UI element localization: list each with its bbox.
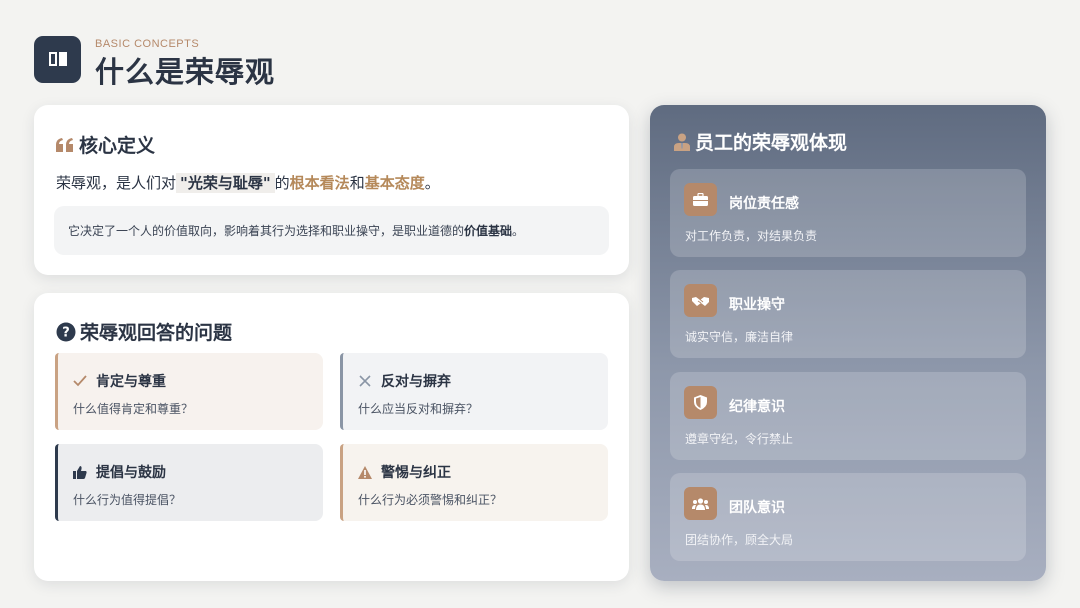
thumbs-up-icon bbox=[72, 464, 88, 480]
question-desc: 什么行为值得提倡？ bbox=[73, 493, 182, 507]
panel-item-title: 纪律意识 bbox=[729, 399, 785, 415]
note-end: 。 bbox=[512, 224, 525, 238]
question-item: 提倡与鼓励 什么行为值得提倡？ bbox=[55, 444, 323, 521]
definition-key2: 基本态度 bbox=[364, 174, 425, 192]
definition-key1: 根本看法 bbox=[289, 174, 350, 192]
book-icon bbox=[34, 35, 81, 83]
definition-mid: 的 bbox=[274, 174, 290, 192]
question-desc: 什么应当反对和摒弃？ bbox=[358, 402, 479, 416]
handshake-icon bbox=[684, 284, 717, 317]
cross-icon bbox=[357, 373, 373, 389]
question-desc: 什么行为必须警惕和纠正？ bbox=[358, 493, 503, 507]
page-title: 什么是荣辱观 bbox=[95, 54, 276, 89]
page-header: BASIC CONCEPTS 什么是荣辱观 bbox=[34, 34, 274, 89]
questions-card: ? 荣辱观回答的问题 肯定与尊重 什么值得肯定和尊重？ 反对与摒弃 什么应当反对… bbox=[34, 293, 629, 581]
question-label: 反对与摒弃 bbox=[381, 374, 451, 390]
question-circle-icon: ? bbox=[56, 322, 76, 342]
panel-item-desc: 团结协作，顾全大局 bbox=[685, 533, 794, 547]
shield-icon bbox=[684, 386, 717, 419]
warning-icon bbox=[357, 464, 373, 480]
panel-item: 职业操守 诚实守信，廉洁自律 bbox=[670, 270, 1026, 358]
definition-note: 它决定了一个人的价值取向，影响着其行为选择和职业操守，是职业道德的 价值基础。 bbox=[54, 206, 609, 255]
definition-prefix: 荣辱观，是人们对 bbox=[56, 174, 177, 192]
note-bold: 价值基础 bbox=[464, 224, 513, 238]
questions-title: ? 荣辱观回答的问题 bbox=[56, 318, 232, 345]
definition-title: 核心定义 bbox=[56, 131, 155, 158]
definition-end: 。 bbox=[424, 174, 440, 192]
question-item: 警惕与纠正 什么行为必须警惕和纠正？ bbox=[340, 444, 608, 521]
panel-title: 员工的荣辱观体现 bbox=[674, 128, 847, 155]
panel-item: 纪律意识 遵章守纪，令行禁止 bbox=[670, 372, 1026, 460]
panel-item-desc: 对工作负责，对结果负责 bbox=[685, 229, 818, 243]
question-item: 反对与摒弃 什么应当反对和摒弃？ bbox=[340, 353, 608, 430]
question-desc: 什么值得肯定和尊重？ bbox=[73, 402, 194, 416]
quote-icon bbox=[56, 137, 74, 152]
team-icon bbox=[684, 487, 717, 520]
definition-title-text: 核心定义 bbox=[79, 135, 156, 157]
panel-item-title: 职业操守 bbox=[729, 297, 785, 313]
panel-item: 岗位责任感 对工作负责，对结果负责 bbox=[670, 169, 1026, 257]
panel-item: 团队意识 团结协作，顾全大局 bbox=[670, 473, 1026, 561]
check-icon bbox=[72, 373, 88, 389]
panel-item-title: 岗位责任感 bbox=[729, 196, 799, 212]
question-item: 肯定与尊重 什么值得肯定和尊重？ bbox=[55, 353, 323, 430]
employee-panel: 员工的荣辱观体现 岗位责任感 对工作负责，对结果负责 职业操守 诚实守信，廉洁自… bbox=[650, 105, 1046, 581]
definition-sentence: 荣辱观，是人们对 "光荣与耻辱" 的根本看法和基本态度。 bbox=[56, 172, 440, 193]
definition-card: 核心定义 荣辱观，是人们对 "光荣与耻辱" 的根本看法和基本态度。 它决定了一个人的… bbox=[34, 105, 629, 275]
question-label: 警惕与纠正 bbox=[381, 465, 451, 481]
panel-item-desc: 遵章守纪，令行禁止 bbox=[685, 432, 794, 446]
panel-title-text: 员工的荣辱观体现 bbox=[695, 132, 848, 154]
question-label: 肯定与尊重 bbox=[96, 374, 166, 390]
questions-title-text: 荣辱观回答的问题 bbox=[80, 322, 233, 344]
note-text: 它决定了一个人的价值取向，影响着其行为选择和职业操守，是职业道德的 bbox=[68, 224, 465, 238]
definition-quote: "光荣与耻辱" bbox=[176, 173, 275, 193]
briefcase-icon bbox=[684, 183, 717, 216]
panel-item-title: 团队意识 bbox=[729, 500, 785, 516]
definition-and: 和 bbox=[349, 174, 365, 192]
question-label: 提倡与鼓励 bbox=[96, 465, 166, 481]
person-icon bbox=[674, 133, 690, 151]
panel-item-desc: 诚实守信，廉洁自律 bbox=[685, 330, 794, 344]
svg-text:?: ? bbox=[62, 325, 70, 340]
